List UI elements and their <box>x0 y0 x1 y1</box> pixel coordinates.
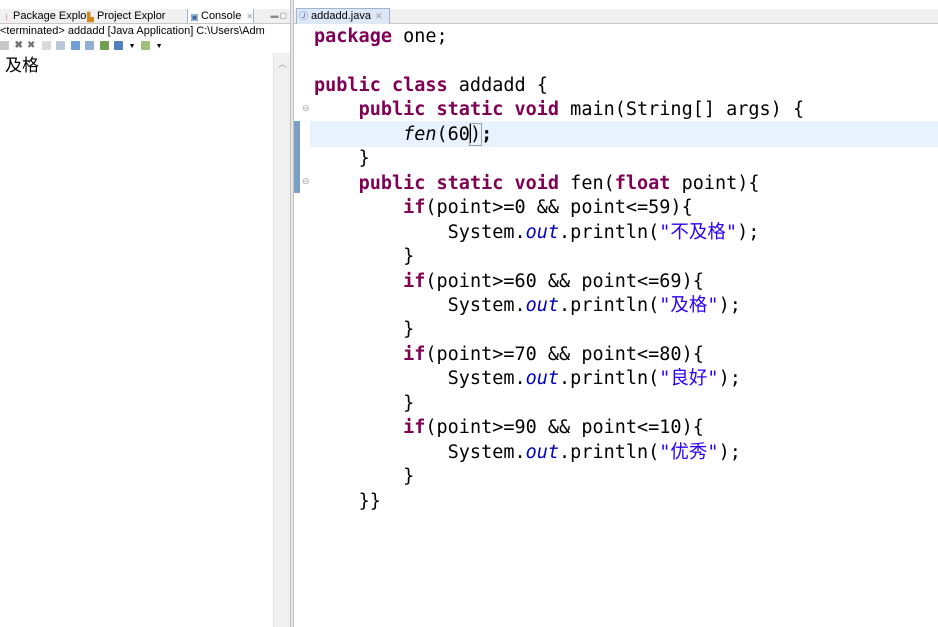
code-token: (point>=70 && point<=80){ <box>425 343 704 365</box>
code-token: out <box>525 294 560 316</box>
console-status: <terminated> addadd [Java Application] C… <box>0 25 265 37</box>
code-token: if <box>403 270 426 292</box>
code-token: float <box>614 172 671 194</box>
code-token: "及格" <box>659 294 719 316</box>
code-token: if <box>403 417 426 439</box>
code-token: public static void <box>358 172 560 194</box>
code-token: System. <box>447 221 526 243</box>
remove-all-icon[interactable]: ✖ <box>27 41 36 51</box>
code-token: public static void <box>358 99 560 121</box>
code-token: ); <box>718 368 741 390</box>
pin-console-icon[interactable] <box>85 41 95 51</box>
close-icon[interactable]: ✕ <box>246 12 253 21</box>
code-token: "良好" <box>659 368 719 390</box>
editor-tab-bar: Ⓙaddadd.java ✕ <box>294 8 938 24</box>
code-token: System. <box>447 441 526 463</box>
tab-project-explorer[interactable]: ▙ Project Explor <box>84 9 165 23</box>
java-file-icon: Ⓙ <box>299 11 309 21</box>
code-token: ) <box>468 122 483 146</box>
tab-console[interactable]: ▣ Console ✕ <box>187 9 255 23</box>
view-controls: ▬▢ <box>270 9 288 23</box>
code-token: point){ <box>670 172 760 194</box>
code-token: out <box>525 441 560 463</box>
code-token: "优秀" <box>659 441 719 463</box>
editor-ruler: ⊖ ⊖ <box>294 24 310 627</box>
code-token: out <box>525 221 560 243</box>
tab-package-explorer[interactable]: ⁝ Package Explo <box>0 9 86 23</box>
console-output: 及格 <box>5 56 39 76</box>
code-token: } <box>358 148 370 170</box>
code-token: (60 <box>436 123 470 145</box>
console-panel: ⁝ Package Explo ▙ Project Explor ▣ Console … <box>0 0 291 627</box>
code-text[interactable]: package one; public class addadd { publi… <box>314 25 804 514</box>
code-token: .println( <box>559 368 660 390</box>
quick-diff-marker <box>294 121 300 193</box>
clear-console-icon[interactable] <box>41 41 51 51</box>
remove-launch-icon[interactable]: ✖ <box>15 41 23 51</box>
console-scrollbar[interactable]: ︿ <box>273 53 291 627</box>
code-token: System. <box>447 294 526 316</box>
code-editor[interactable]: package one; public class addadd { publi… <box>310 24 938 627</box>
code-token: (point>=90 && point<=10){ <box>425 417 704 439</box>
code-token: ); <box>718 441 741 463</box>
scroll-up-icon[interactable]: ︿ <box>278 57 287 70</box>
code-token: out <box>525 368 560 390</box>
code-token: .println( <box>559 221 660 243</box>
code-token: addadd { <box>447 74 548 96</box>
code-token: package <box>314 26 392 47</box>
code-token: (point>=0 && point<=59){ <box>425 197 693 219</box>
code-token: } <box>403 392 415 414</box>
scroll-lock-icon[interactable] <box>56 41 66 51</box>
chevron-down-icon[interactable]: ▼ <box>156 43 163 50</box>
code-token: ); <box>718 294 741 316</box>
display-selected-console-icon[interactable] <box>99 41 109 51</box>
code-token: .println( <box>559 294 660 316</box>
code-token: if <box>403 197 426 219</box>
tab-addadd-java[interactable]: Ⓙaddadd.java ✕ <box>296 8 390 24</box>
terminate-icon[interactable] <box>0 41 9 51</box>
code-token: fen <box>403 123 437 145</box>
code-token: main(String[] args) { <box>559 99 805 121</box>
code-token: ); <box>737 221 760 243</box>
project-explorer-icon: ▙ <box>87 12 94 22</box>
code-token: } <box>403 319 415 341</box>
view-tab-bar: ⁝ Package Explo ▙ Project Explor ▣ Console … <box>0 9 290 24</box>
console-icon: ▣ <box>190 12 199 22</box>
chevron-down-icon[interactable]: ▼ <box>129 43 136 50</box>
fold-icon[interactable]: ⊖ <box>302 176 310 186</box>
code-token: public class <box>314 74 448 96</box>
close-icon[interactable]: ✕ <box>375 11 383 21</box>
code-token: } <box>403 246 415 268</box>
code-token: "不及格" <box>659 221 738 243</box>
code-token: if <box>403 343 426 365</box>
code-token: }} <box>358 490 381 512</box>
new-console-icon[interactable] <box>141 41 151 51</box>
code-token: } <box>403 466 415 488</box>
fold-icon[interactable]: ⊖ <box>302 103 310 113</box>
code-token: (point>=60 && point<=69){ <box>425 270 704 292</box>
maximize-icon[interactable]: ▢ <box>279 11 288 20</box>
word-wrap-icon[interactable] <box>70 41 80 51</box>
console-toolbar: ✖ ✖ ▼ ▼ <box>0 39 290 51</box>
code-token: fen( <box>559 172 615 194</box>
package-explorer-icon: ⁝ <box>5 12 8 22</box>
code-token: System. <box>447 368 526 390</box>
open-console-icon[interactable] <box>114 41 124 51</box>
code-token: ; <box>481 123 493 145</box>
code-token: one; <box>391 26 448 47</box>
code-token: .println( <box>559 441 660 463</box>
